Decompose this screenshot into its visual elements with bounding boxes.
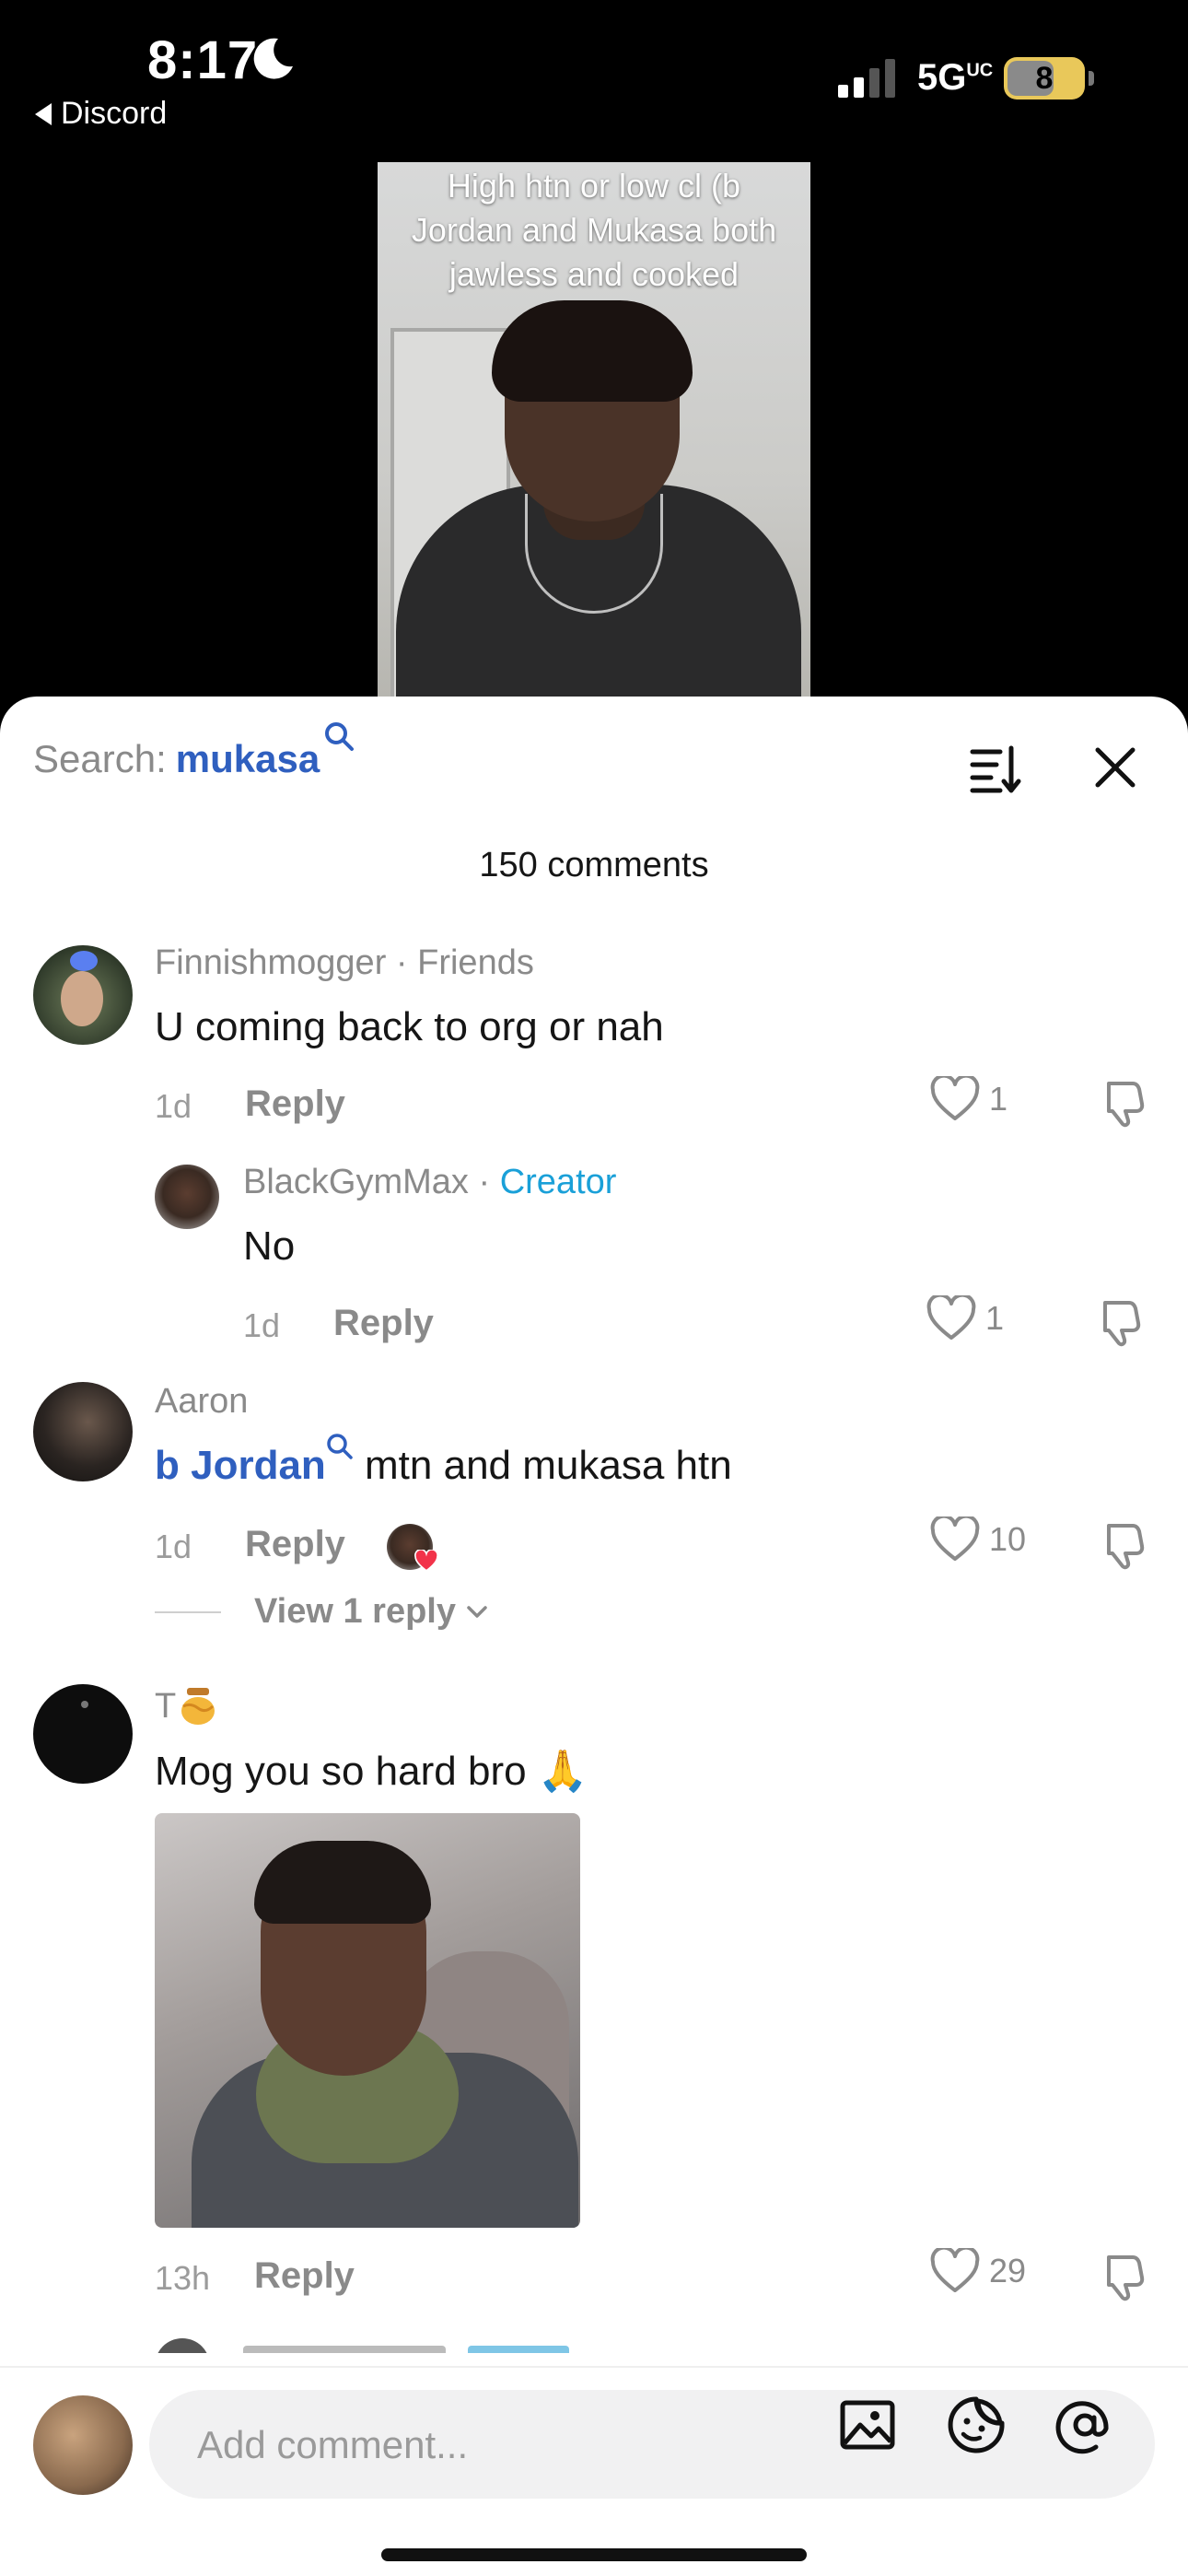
clock: 8:17 <box>147 30 259 90</box>
like-count: 1 <box>989 1080 1008 1118</box>
user-mention[interactable]: b Jordan <box>155 1434 354 1488</box>
praying-hands-emoji: 🙏 <box>537 1749 588 1794</box>
status-bar: 8:17 Discord 5GUC 8 <box>0 0 1188 157</box>
video-thumbnail[interactable]: High htn or low cl (b Jordan and Mukasa … <box>378 162 810 697</box>
honey-pot-icon <box>181 1688 215 1725</box>
divider <box>155 1610 221 1613</box>
chevron-down-icon <box>467 1605 487 1618</box>
heart-icon <box>414 1550 438 1572</box>
like-count: 10 <box>989 1520 1027 1558</box>
creator-badge: Creator <box>499 1163 617 1201</box>
comment-count: 150 comments <box>479 846 709 884</box>
heart-icon <box>930 1516 980 1561</box>
heart-icon <box>930 1076 980 1120</box>
sticker-icon[interactable] <box>947 2395 1006 2454</box>
comment-image[interactable] <box>155 1813 580 2228</box>
like-button[interactable]: 1 <box>926 1295 1004 1341</box>
comment-username[interactable]: Finnishmogger · Friends <box>155 943 534 983</box>
comment-search[interactable]: Search: mukasa <box>33 722 355 781</box>
comment-text: No <box>243 1224 296 1269</box>
heart-icon <box>926 1295 976 1340</box>
comments-sheet: Search: mukasa 150 comments Finnishmogge… <box>0 697 1188 2576</box>
back-to-app-button[interactable]: Discord <box>35 96 167 132</box>
back-triangle-icon <box>35 102 52 125</box>
back-app-label: Discord <box>61 96 168 131</box>
heart-icon <box>930 2248 980 2292</box>
search-term: mukasa <box>175 737 320 780</box>
mention-at-icon[interactable] <box>1055 2395 1114 2454</box>
dislike-icon[interactable] <box>1096 1078 1146 1128</box>
comment-text: U coming back to org or nah <box>155 1004 664 1049</box>
battery-indicator: 8 <box>1004 57 1094 100</box>
dislike-icon[interactable] <box>1092 1297 1142 1347</box>
cellular-signal-icon <box>838 59 895 98</box>
home-indicator[interactable] <box>381 2548 807 2561</box>
search-label: Search: <box>33 737 167 780</box>
comment-time: 1d <box>243 1306 281 1344</box>
comment-username[interactable]: Aaron <box>155 1382 248 1422</box>
current-user-avatar[interactable] <box>33 2395 133 2495</box>
video-caption: High htn or low cl (b Jordan and Mukasa … <box>411 167 777 293</box>
network-type: 5GUC <box>917 57 994 98</box>
reply-button[interactable]: Reply <box>333 1303 434 1344</box>
comment-username[interactable]: T <box>155 1686 218 1727</box>
reply-button[interactable]: Reply <box>245 1083 345 1125</box>
search-icon <box>327 1434 353 1459</box>
comment-username[interactable]: BlackGymMax · Creator <box>243 1163 616 1202</box>
sort-icon[interactable] <box>969 743 1022 796</box>
add-comment-placeholder: Add comment... <box>197 2423 469 2466</box>
creator-liked-avatar <box>387 1524 438 1572</box>
comment-time: 1d <box>155 1087 192 1125</box>
reply-button[interactable]: Reply <box>254 2255 355 2297</box>
dislike-icon[interactable] <box>1096 1520 1146 1570</box>
comment-input-bar: Add comment... <box>0 2366 1188 2576</box>
comment-time: 1d <box>155 1528 192 1565</box>
image-icon[interactable] <box>838 2395 897 2454</box>
like-button[interactable]: 29 <box>930 2248 1026 2294</box>
avatar[interactable] <box>33 1382 133 1481</box>
like-button[interactable]: 1 <box>930 1076 1007 1122</box>
avatar[interactable] <box>33 945 133 1045</box>
avatar[interactable] <box>155 1165 219 1229</box>
comment-time: 13h <box>155 2259 211 2297</box>
do-not-disturb-moon-icon <box>253 38 293 79</box>
like-count: 1 <box>985 1299 1005 1337</box>
close-icon[interactable] <box>1092 744 1138 790</box>
avatar[interactable] <box>33 1684 133 1784</box>
like-count: 29 <box>989 2252 1027 2289</box>
dislike-icon[interactable] <box>1096 2252 1146 2301</box>
comment-text: Mog you so hard bro 🙏 <box>155 1749 588 1794</box>
view-replies-button[interactable]: View 1 reply <box>155 1592 491 1632</box>
like-button[interactable]: 10 <box>930 1516 1026 1563</box>
reply-button[interactable]: Reply <box>245 1524 345 1565</box>
search-icon <box>325 722 355 751</box>
partially-hidden-reply <box>155 2335 707 2353</box>
comment-text: b Jordan mtn and mukasa htn <box>155 1434 732 1489</box>
